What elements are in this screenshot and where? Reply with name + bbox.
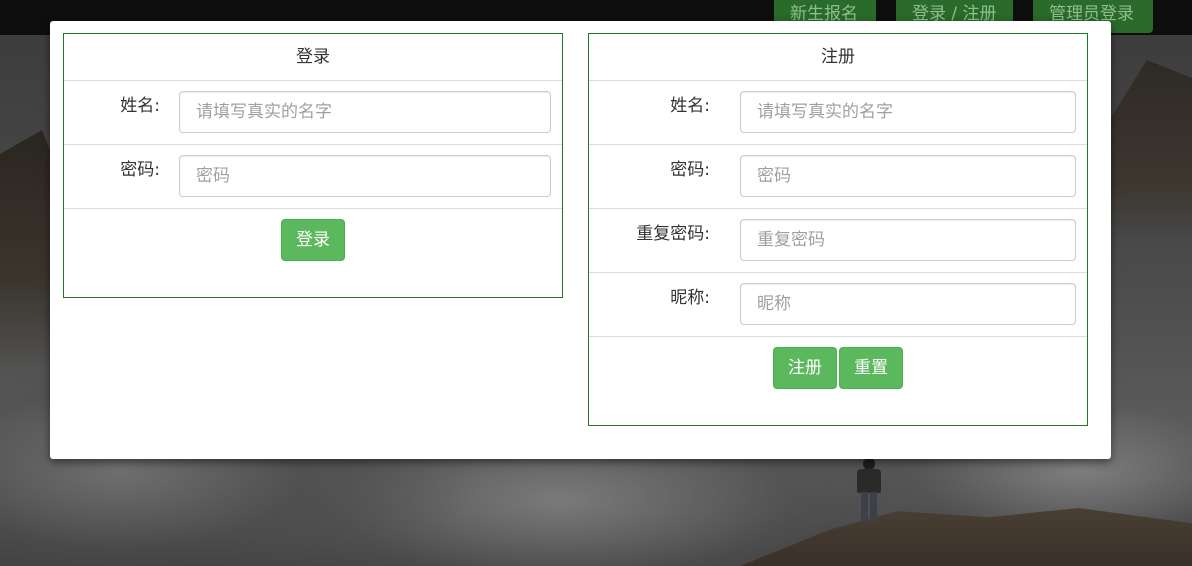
login-title: 登录 — [64, 34, 562, 81]
register-submit-button[interactable]: 注册 — [773, 347, 837, 389]
hiker-body — [857, 469, 881, 493]
login-panel: 登录 姓名: 密码: 登录 — [63, 33, 563, 298]
register-panel: 注册 姓名: 密码: 重复密码: 昵称: 注册重置 — [588, 33, 1088, 426]
register-nickname-input[interactable] — [740, 283, 1076, 325]
register-password-row: 密码: — [589, 145, 1087, 209]
register-repeat-password-input[interactable] — [740, 219, 1076, 261]
login-actions: 登录 — [64, 209, 562, 269]
register-repeat-password-row: 重复密码: — [589, 209, 1087, 273]
register-name-row: 姓名: — [589, 81, 1087, 145]
login-password-row: 密码: — [64, 145, 562, 209]
login-submit-button[interactable]: 登录 — [281, 219, 345, 261]
register-title: 注册 — [589, 34, 1087, 81]
register-nickname-label: 昵称: — [670, 288, 710, 308]
register-name-label: 姓名: — [670, 96, 710, 116]
register-name-input[interactable] — [740, 91, 1076, 133]
login-password-input[interactable] — [179, 155, 551, 197]
login-name-label: 姓名: — [120, 96, 160, 116]
login-password-label: 密码: — [120, 160, 160, 180]
register-actions: 注册 重置 — [589, 337, 1087, 397]
login-name-row: 姓名: — [64, 81, 562, 145]
hiker-figure — [853, 458, 883, 522]
register-nickname-row: 昵称: — [589, 273, 1087, 337]
register-password-label: 密码: — [670, 160, 710, 180]
login-name-input[interactable] — [179, 91, 551, 133]
hiker-legs — [861, 492, 877, 522]
auth-modal: 登录 姓名: 密码: 登录 注册 姓名: 密码: 重复密码: 昵称: — [50, 21, 1111, 459]
register-reset-button[interactable]: 重置 — [839, 347, 903, 389]
register-repeat-password-label: 重复密码: — [636, 224, 710, 244]
register-password-input[interactable] — [740, 155, 1076, 197]
